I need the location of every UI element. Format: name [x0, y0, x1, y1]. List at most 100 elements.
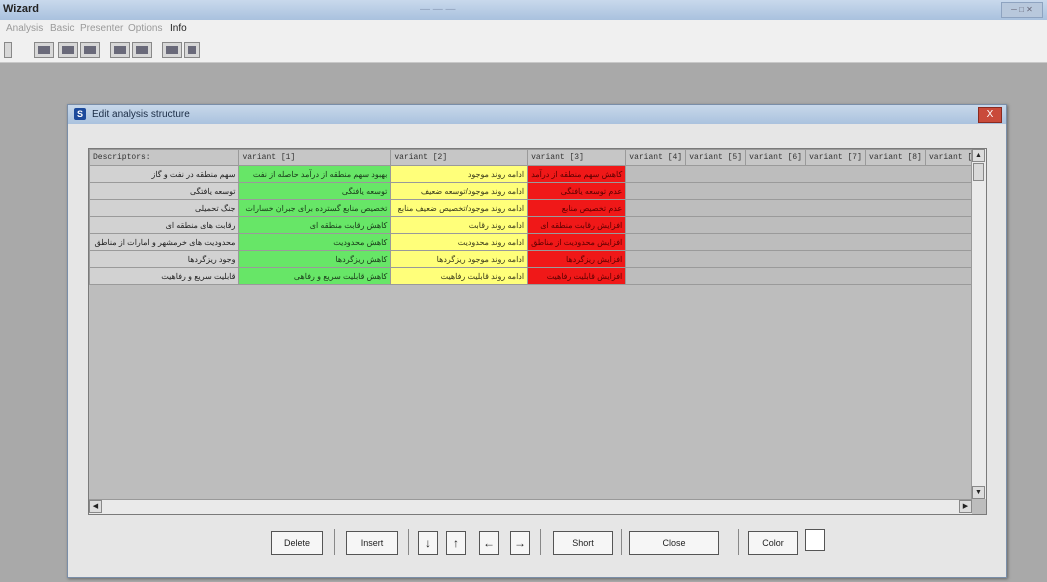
variant1-cell[interactable]: کاهش محدودیت: [238, 233, 392, 251]
variant1-cell[interactable]: تخصیص منابع گسترده برای جبران خسارات: [238, 199, 392, 217]
variant3-cell[interactable]: افزایش رقابت منطقه ای: [527, 216, 627, 234]
edit-analysis-dialog: S Edit analysis structure X Descriptors:…: [67, 104, 1007, 578]
list-icon[interactable]: [132, 42, 152, 58]
analysis-grid[interactable]: Descriptors: variant [1] variant [2] var…: [88, 148, 987, 515]
insert-button[interactable]: Insert: [346, 531, 398, 555]
header-variant-3: variant [3]: [527, 149, 627, 166]
empty-cells: [625, 182, 986, 200]
divider: [540, 529, 541, 555]
divider: [621, 529, 622, 555]
variant3-cell[interactable]: افزایش قابلیت رفاهیت: [527, 267, 627, 285]
move-down-button[interactable]: ↓: [418, 531, 438, 555]
header-variant-4: variant [4]: [625, 149, 687, 166]
variant3-cell[interactable]: افزایش محدودیت از مناطق: [527, 233, 627, 251]
header-variant-6: variant [6]: [745, 149, 807, 166]
variant2-cell[interactable]: ادامه روند موجود/توسعه ضعیف: [390, 182, 529, 200]
menu-options[interactable]: Options: [128, 23, 162, 34]
chart-icon[interactable]: [80, 42, 100, 58]
empty-cells: [625, 250, 986, 268]
header-variant-1: variant [1]: [238, 149, 392, 166]
vertical-scroll-thumb[interactable]: [973, 163, 984, 181]
report-icon[interactable]: [184, 42, 200, 58]
variant1-cell[interactable]: توسعه یافتگی: [238, 182, 392, 200]
header-descriptors: Descriptors:: [89, 149, 240, 166]
variant1-cell[interactable]: کاهش قابلیت سریع و رفاهی: [238, 267, 392, 285]
divider: [738, 529, 739, 555]
scroll-down-icon[interactable]: ▼: [972, 486, 985, 499]
table-row: رقابت های منطقه ای کاهش رقابت منطقه ای ا…: [89, 216, 986, 234]
close-button[interactable]: Close: [629, 531, 719, 555]
table-row: وجود ریزگردها کاهش ریزگردها ادامه روند م…: [89, 250, 986, 268]
header-variant-7: variant [7]: [805, 149, 867, 166]
scroll-up-icon[interactable]: ▲: [972, 149, 985, 162]
dialog-close-button[interactable]: X: [978, 107, 1002, 123]
variant3-cell[interactable]: عدم تخصیص منابع: [527, 199, 627, 217]
menu-info[interactable]: Info: [170, 23, 187, 34]
variant2-cell[interactable]: ادامه روند موجود/تخصیص ضعیف منابع: [390, 199, 529, 217]
empty-cells: [625, 165, 986, 183]
header-variant-5: variant [5]: [685, 149, 747, 166]
move-up-button[interactable]: ↑: [446, 531, 466, 555]
header-variant-2: variant [2]: [390, 149, 529, 166]
grid-icon[interactable]: [34, 42, 54, 58]
descriptor-cell[interactable]: قابلیت سریع و رفاهیت: [89, 267, 240, 285]
descriptor-cell[interactable]: رقابت های منطقه ای: [89, 216, 240, 234]
color-button[interactable]: Color: [748, 531, 798, 555]
move-left-button[interactable]: ←: [479, 531, 499, 555]
table-row: توسعه یافتگی توسعه یافتگی ادامه روند موج…: [89, 182, 986, 200]
toolbar: [0, 38, 1047, 63]
table-row: جنگ تحمیلی تخصیص منابع گسترده برای جبران…: [89, 199, 986, 217]
empty-cells: [625, 233, 986, 251]
variant2-cell[interactable]: ادامه روند رقابت: [390, 216, 529, 234]
horizontal-scrollbar[interactable]: ◀ ▶: [89, 499, 972, 514]
short-button[interactable]: Short: [553, 531, 613, 555]
table-row: سهم منطقه در نفت و گاز بهبود سهم منطقه ا…: [89, 165, 986, 183]
delete-button[interactable]: Delete: [271, 531, 323, 555]
variant1-cell[interactable]: کاهش رقابت منطقه ای: [238, 216, 392, 234]
table-row: قابلیت سریع و رفاهیت کاهش قابلیت سریع و …: [89, 267, 986, 285]
descriptor-cell[interactable]: وجود ریزگردها: [89, 250, 240, 268]
button-row: Delete Insert ↓ ↑ ← → Short Close Color: [68, 527, 1006, 557]
variant3-cell[interactable]: کاهش سهم منطقه از درآمد: [527, 165, 627, 183]
empty-cells: [625, 216, 986, 234]
vertical-scrollbar[interactable]: ▲ ▼: [971, 149, 986, 499]
analysis-table: Descriptors: variant [1] variant [2] var…: [89, 149, 986, 285]
divider: [408, 529, 409, 555]
empty-cells: [625, 199, 986, 217]
variant2-cell[interactable]: ادامه روند موجود: [390, 165, 529, 183]
settings-icon[interactable]: [162, 42, 182, 58]
app-icon: S: [74, 108, 86, 120]
dialog-title: Edit analysis structure: [92, 109, 190, 120]
header-variant-8: variant [8]: [865, 149, 926, 166]
table-icon[interactable]: [58, 42, 78, 58]
open-icon[interactable]: [4, 42, 12, 58]
window-center-title: — — —: [420, 4, 456, 15]
descriptor-cell[interactable]: توسعه یافتگی: [89, 182, 240, 200]
app-titlebar: Wizard — — — ─ □ ✕: [0, 0, 1047, 20]
descriptor-cell[interactable]: محدودیت های خرمشهر و امارات از مناطق: [89, 233, 240, 251]
move-right-button[interactable]: →: [510, 531, 530, 555]
variant1-cell[interactable]: کاهش ریزگردها: [238, 250, 392, 268]
descriptor-cell[interactable]: جنگ تحمیلی: [89, 199, 240, 217]
variant1-cell[interactable]: بهبود سهم منطقه از درآمد حاصله از نفت: [238, 165, 392, 183]
table-row: محدودیت های خرمشهر و امارات از مناطق کاه…: [89, 233, 986, 251]
table-header-row: Descriptors: variant [1] variant [2] var…: [89, 149, 986, 166]
scroll-right-icon[interactable]: ▶: [959, 500, 972, 513]
variant3-cell[interactable]: عدم توسعه یافتگی: [527, 182, 627, 200]
variant2-cell[interactable]: ادامه روند قابلیت رفاهیت: [390, 267, 529, 285]
menu-analysis[interactable]: Analysis: [6, 23, 43, 34]
divider: [334, 529, 335, 555]
window-controls[interactable]: ─ □ ✕: [1001, 2, 1043, 18]
variant2-cell[interactable]: ادامه روند محدودیت: [390, 233, 529, 251]
menubar: Analysis Basic Presenter Options Info: [0, 20, 1047, 38]
scroll-left-icon[interactable]: ◀: [89, 500, 102, 513]
app-title: Wizard: [3, 3, 39, 15]
empty-cells: [625, 267, 986, 285]
menu-basic[interactable]: Basic: [50, 23, 74, 34]
variant2-cell[interactable]: ادامه روند موجود ریزگردها: [390, 250, 529, 268]
play-icon[interactable]: [110, 42, 130, 58]
color-swatch[interactable]: [805, 529, 825, 551]
descriptor-cell[interactable]: سهم منطقه در نفت و گاز: [89, 165, 240, 183]
menu-presenter[interactable]: Presenter: [80, 23, 123, 34]
variant3-cell[interactable]: افزایش ریزگردها: [527, 250, 627, 268]
